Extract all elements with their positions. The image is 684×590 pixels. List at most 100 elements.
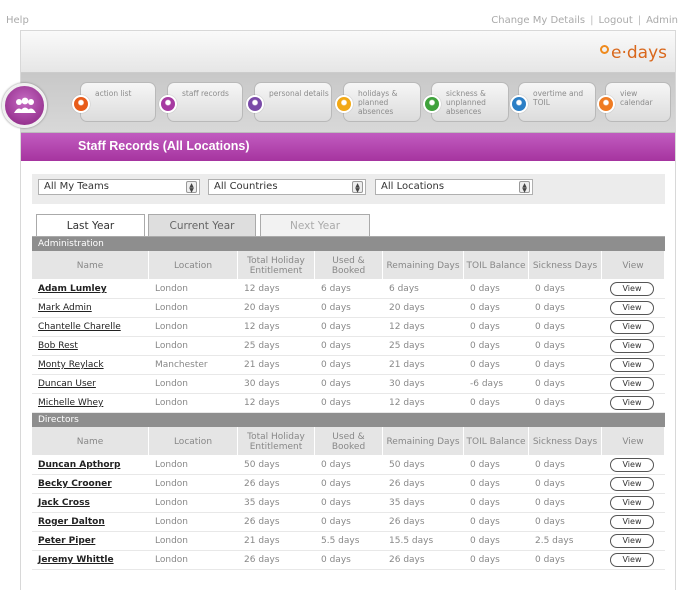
countries-select[interactable]: All Countries ▲ ▼ [208,179,366,195]
cell-toil: 0 days [470,536,500,546]
column-header-row: Name Location Total Holiday Entitlement Use… [32,251,665,280]
cell-location: London [155,303,188,313]
view-button[interactable]: View [610,496,654,510]
view-button[interactable]: View [610,553,654,567]
cell-sickness: 0 days [535,498,565,508]
section-header: Directors [32,413,665,427]
cell-toil: 0 days [470,479,500,489]
top-bar: Help Change My Details | Logout | Admin [0,0,684,30]
cell-remaining: 35 days [389,498,425,508]
people-icon [159,95,177,113]
cell-used-booked: 0 days [321,517,351,527]
nav-personal-details[interactable]: personal details [246,82,332,122]
staff-name-link[interactable]: Jack Cross [38,494,90,513]
table-row: Jack Cross London 35 days 0 days 35 days 0 da… [32,494,665,513]
staff-name-link[interactable]: Duncan User [38,375,96,394]
staff-name-link[interactable]: Bob Rest [38,337,78,356]
tab-next-year[interactable]: Next Year [260,214,370,236]
staff-name-link[interactable]: Monty Reylack [38,356,104,375]
cell-location: London [155,536,188,546]
cell-entitlement: 21 days [244,360,280,370]
cell-entitlement: 26 days [244,555,280,565]
cell-entitlement: 35 days [244,498,280,508]
cell-used-booked: 0 days [321,460,351,470]
cell-sickness: 0 days [535,360,565,370]
view-button[interactable]: View [610,515,654,529]
table-row: Peter Piper London 21 days 5.5 days 15.5 day… [32,532,665,551]
cell-remaining: 21 days [389,360,425,370]
select-arrows-icon: ▲ ▼ [186,181,197,194]
filter-bar: All My Teams ▲ ▼ All Countries ▲ ▼ All Locat… [32,174,665,204]
view-button[interactable]: View [610,477,654,491]
view-button[interactable]: View [610,358,654,372]
staff-name-link[interactable]: Roger Dalton [38,513,105,532]
tab-last-year[interactable]: Last Year [36,214,145,237]
cell-remaining: 12 days [389,398,425,408]
staff-name-link[interactable]: Becky Crooner [38,475,112,494]
nav-label: staff records [182,89,229,98]
cell-sickness: 0 days [535,284,565,294]
section-header: Administration [32,237,665,251]
select-arrows-icon: ▲ ▼ [519,181,530,194]
view-button[interactable]: View [610,320,654,334]
cell-remaining: 15.5 days [389,536,434,546]
cell-location: London [155,284,188,294]
column-header-entitlement: Total Holiday Entitlement [238,427,315,456]
table-row: Jeremy Whittle London 26 days 0 days 26 days… [32,551,665,570]
nav-label: holidays & planned absences [358,89,398,116]
view-button[interactable]: View [610,377,654,391]
column-header-used-booked: Used & Booked [315,427,383,456]
edays-logo: e·days [600,43,667,63]
cell-entitlement: 50 days [244,460,280,470]
cell-entitlement: 20 days [244,303,280,313]
nav-overtime[interactable]: overtime and TOIL [510,82,596,122]
cell-sickness: 0 days [535,341,565,351]
locations-select[interactable]: All Locations ▲ ▼ [375,179,533,195]
cell-used-booked: 0 days [321,322,351,332]
cell-sickness: 0 days [535,460,565,470]
admin-link[interactable]: Admin [646,15,678,26]
nav-label: view calendar [620,89,653,107]
column-header-toil: TOIL Balance [464,427,529,456]
cell-sickness: 0 days [535,398,565,408]
cell-entitlement: 12 days [244,398,280,408]
help-link[interactable]: Help [6,15,29,26]
table-row: Chantelle Charelle London 12 days 0 days 12 … [32,318,665,337]
staff-name-link[interactable]: Chantelle Charelle [38,318,121,337]
cell-sickness: 0 days [535,517,565,527]
nav-sickness[interactable]: sickness & unplanned absences [423,82,509,122]
nav-holidays[interactable]: holidays & planned absences [335,82,421,122]
cell-remaining: 26 days [389,479,425,489]
view-button[interactable]: View [610,458,654,472]
cell-sickness: 0 days [535,322,565,332]
staff-name-link[interactable]: Jeremy Whittle [38,551,114,570]
view-button[interactable]: View [610,339,654,353]
view-button[interactable]: View [610,282,654,296]
cell-location: London [155,379,188,389]
cell-entitlement: 12 days [244,284,280,294]
nav-view-calendar[interactable]: view calendar [597,82,671,122]
staff-name-link[interactable]: Adam Lumley [38,280,107,299]
tab-current-year[interactable]: Current Year [148,214,256,236]
nav-action-list[interactable]: action list [72,82,156,122]
table-row: Monty Reylack Manchester 21 days 0 days 21 d… [32,356,665,375]
staff-name-link[interactable]: Michelle Whey [38,394,103,413]
cell-sickness: 2.5 days [535,536,574,546]
cell-entitlement: 26 days [244,517,280,527]
view-button[interactable]: View [610,396,654,410]
view-button[interactable]: View [610,534,654,548]
column-header-used-booked: Used & Booked [315,251,383,280]
cell-used-booked: 6 days [321,284,351,294]
cell-remaining: 30 days [389,379,425,389]
staff-name-link[interactable]: Peter Piper [38,532,95,551]
teams-select[interactable]: All My Teams ▲ ▼ [38,179,200,195]
staff-name-link[interactable]: Mark Admin [38,299,92,318]
cell-used-booked: 0 days [321,341,351,351]
nav-staff-records[interactable]: staff records [159,82,243,122]
logout-link[interactable]: Logout [599,15,633,26]
staff-name-link[interactable]: Duncan Apthorp [38,456,120,475]
cell-used-booked: 5.5 days [321,536,360,546]
change-details-link[interactable]: Change My Details [491,15,585,26]
view-button[interactable]: View [610,301,654,315]
table-row: Roger Dalton London 26 days 0 days 26 days 0 … [32,513,665,532]
